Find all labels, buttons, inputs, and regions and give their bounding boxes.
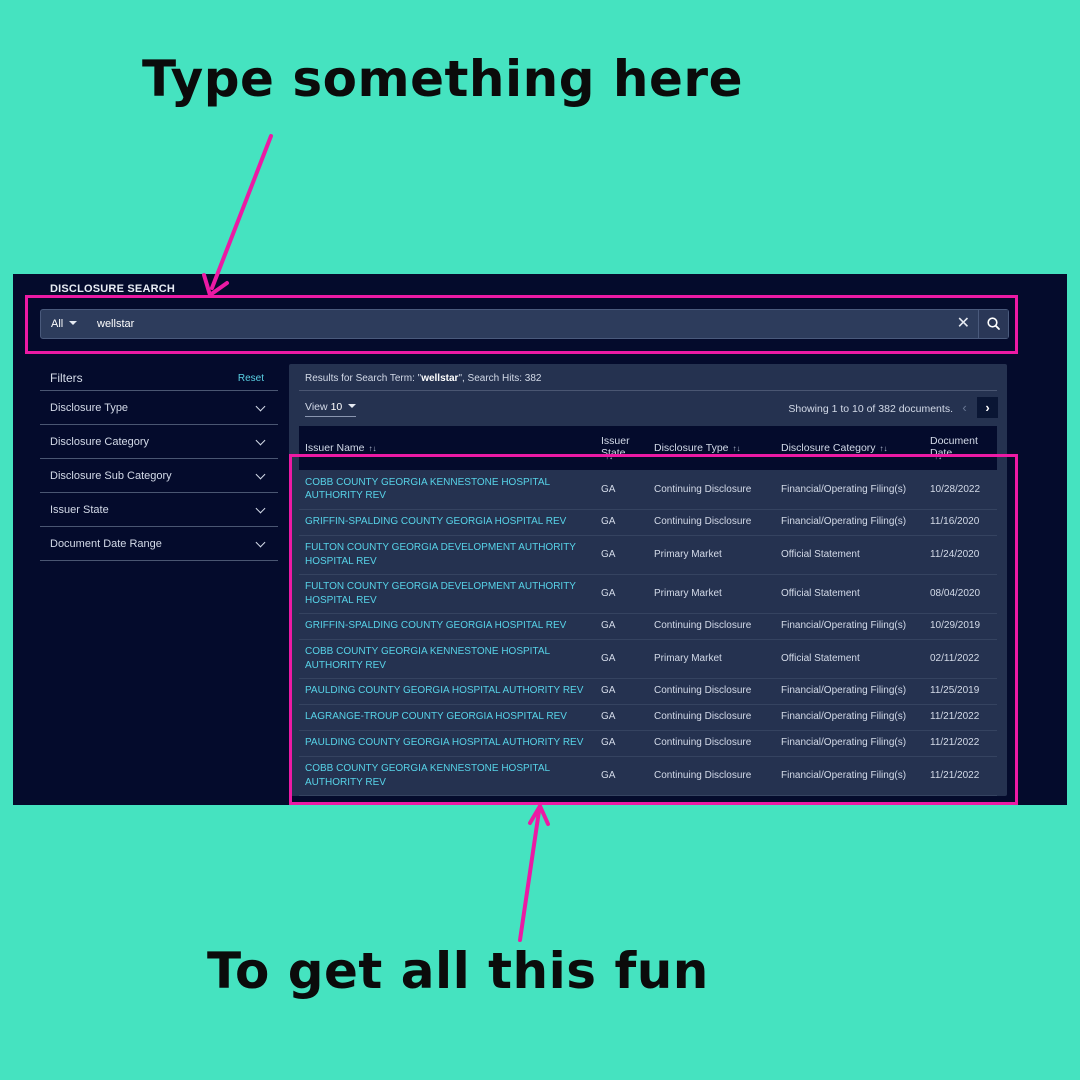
caption-type-something: Type something here: [142, 50, 744, 108]
next-page-button[interactable]: ›: [977, 397, 998, 418]
column-header-label: Document Date: [930, 434, 978, 459]
results-summary: Results for Search Term: "wellstar", Sea…: [305, 373, 542, 384]
filters-reset-link[interactable]: Reset: [238, 373, 264, 384]
filter-issuer-state[interactable]: Issuer State: [40, 493, 278, 527]
filters-title: Filters: [50, 371, 83, 385]
chevron-down-icon: [255, 503, 266, 514]
previous-page-button[interactable]: ‹: [954, 397, 975, 418]
filter-disclosure-category[interactable]: Disclosure Category: [40, 425, 278, 459]
chevron-down-icon: [255, 401, 266, 412]
results-highlight-box: [289, 454, 1018, 805]
filter-disclosure-type[interactable]: Disclosure Type: [40, 391, 278, 425]
search-term: wellstar: [421, 373, 459, 384]
caption-get-all-this-fun: To get all this fun: [207, 942, 709, 1000]
filter-label: Document Date Range: [50, 538, 162, 550]
column-header-label: Disclosure Type: [654, 442, 729, 454]
filter-label: Disclosure Category: [50, 436, 150, 448]
divider: [299, 390, 997, 391]
page-size-dropdown[interactable]: View 10: [305, 401, 357, 417]
filter-label: Issuer State: [50, 504, 109, 516]
page-title: DISCLOSURE SEARCH: [50, 283, 176, 295]
filter-disclosure-sub-category[interactable]: Disclosure Sub Category: [40, 459, 278, 493]
sort-icon[interactable]: ↑↓: [880, 444, 888, 453]
chevron-down-icon: [255, 435, 266, 446]
results-count: Showing 1 to 10 of 382 documents.: [788, 403, 953, 415]
filters-panel: Filters Reset Disclosure Type Disclosure …: [40, 366, 278, 561]
search-highlight-box: [25, 295, 1018, 354]
arrow-to-results: [518, 809, 541, 942]
column-header-label: Disclosure Category: [781, 442, 876, 454]
chevron-down-icon: [255, 469, 266, 480]
arrowhead-icon: [528, 804, 550, 826]
column-header-label: Issuer Name: [305, 442, 365, 454]
sort-icon[interactable]: ↑↓: [733, 444, 741, 453]
filter-label: Disclosure Type: [50, 402, 129, 414]
filter-document-date-range[interactable]: Document Date Range: [40, 527, 278, 561]
chevron-down-icon: [255, 537, 266, 548]
sort-icon[interactable]: ↑↓: [369, 444, 377, 453]
filter-label: Disclosure Sub Category: [50, 470, 172, 482]
column-header-label: Issuer State: [601, 434, 630, 459]
filters-header: Filters Reset: [40, 366, 278, 391]
arrow-to-search: [210, 134, 273, 290]
caret-down-icon: [348, 404, 357, 408]
